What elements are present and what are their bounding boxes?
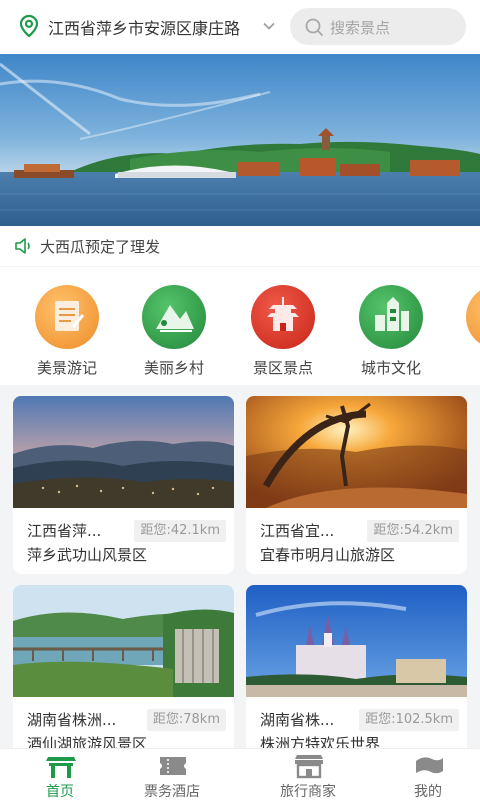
banner-lake-image (0, 54, 480, 226)
scenic-card[interactable]: 湖南省株洲... 距您:78km 酒仙湖旅游风景区 (13, 585, 234, 763)
home-gate-icon (46, 757, 76, 778)
category-scenic-spots[interactable]: 景区景点 (233, 285, 333, 377)
card-name: 宜春市明月山旅游区 (260, 546, 396, 564)
search-placeholder: 搜索景点 (330, 19, 391, 37)
scenic-card[interactable]: 江西省宜... 距您:54.2km 宜春市明月山旅游区 (246, 396, 467, 574)
scenic-photo (13, 585, 234, 697)
search-icon (305, 18, 323, 36)
category-village[interactable]: 美丽乡村 (124, 285, 224, 377)
card-region: 江西省萍... (27, 522, 102, 540)
location-pin-icon[interactable] (17, 14, 41, 38)
category-nav: 美景游记 美丽乡村 景区景点 城市文化 (0, 267, 480, 385)
card-distance: 距您:42.1km (134, 520, 226, 542)
flag-profile-icon (416, 757, 443, 774)
notice-text: 大西瓜预定了理发 (40, 238, 161, 256)
category-label: 导游 (448, 357, 480, 378)
scenic-card[interactable]: 湖南省株... 距您:102.5km 株洲方特欢乐世界 (246, 585, 467, 763)
card-distance: 距您:102.5km (359, 709, 459, 731)
card-distance: 距您:54.2km (367, 520, 459, 542)
travel-notes-icon (55, 301, 85, 331)
tab-label: 票务酒店 (144, 784, 200, 800)
card-region: 湖南省株洲... (27, 711, 117, 729)
village-mountain-icon (156, 305, 194, 332)
category-city-culture[interactable]: 城市文化 (341, 285, 441, 377)
tab-label: 旅行商家 (280, 784, 336, 800)
notice-bar[interactable]: 大西瓜预定了理发 (0, 226, 480, 266)
card-region: 江西省宜... (260, 522, 335, 540)
tab-travel-merchants[interactable]: 旅行商家 (248, 749, 368, 800)
category-travel-notes[interactable]: 美景游记 (17, 285, 117, 377)
tab-profile[interactable]: 我的 (368, 749, 480, 800)
category-label: 城市文化 (360, 359, 421, 377)
top-bar: 江西省萍乡市安源区康庄路 搜索景点 (0, 0, 480, 54)
scenic-photo (246, 585, 467, 697)
tab-label: 首页 (46, 784, 74, 800)
search-input[interactable]: 搜索景点 (290, 8, 466, 45)
pagoda-icon (267, 297, 299, 331)
card-region: 湖南省株... (260, 711, 335, 729)
banner-carousel[interactable] (0, 54, 480, 226)
scenic-photo (246, 396, 467, 508)
tab-label: 我的 (414, 784, 442, 800)
tab-home[interactable]: 首页 (0, 749, 120, 800)
chevron-down-icon[interactable] (262, 19, 276, 33)
scenic-photo (13, 396, 234, 508)
category-label: 美丽乡村 (143, 359, 204, 377)
category-label: 美景游记 (36, 359, 97, 377)
city-buildings-icon (375, 297, 409, 331)
speaker-icon (15, 238, 30, 254)
guide-icon (466, 285, 480, 349)
card-name: 萍乡武功山风景区 (27, 546, 148, 564)
current-location[interactable]: 江西省萍乡市安源区康庄路 (48, 15, 240, 39)
scenic-card[interactable]: 江西省萍... 距您:42.1km 萍乡武功山风景区 (13, 396, 234, 574)
category-label: 景区景点 (252, 359, 313, 377)
bottom-tab-bar: 首页 票务酒店 旅行商家 我的 (0, 748, 480, 800)
tab-tickets-hotels[interactable]: 票务酒店 (112, 749, 232, 800)
ticket-icon (160, 757, 186, 775)
category-guide[interactable]: 导游 (448, 285, 480, 375)
card-distance: 距您:78km (146, 709, 226, 731)
shop-icon (295, 755, 323, 779)
